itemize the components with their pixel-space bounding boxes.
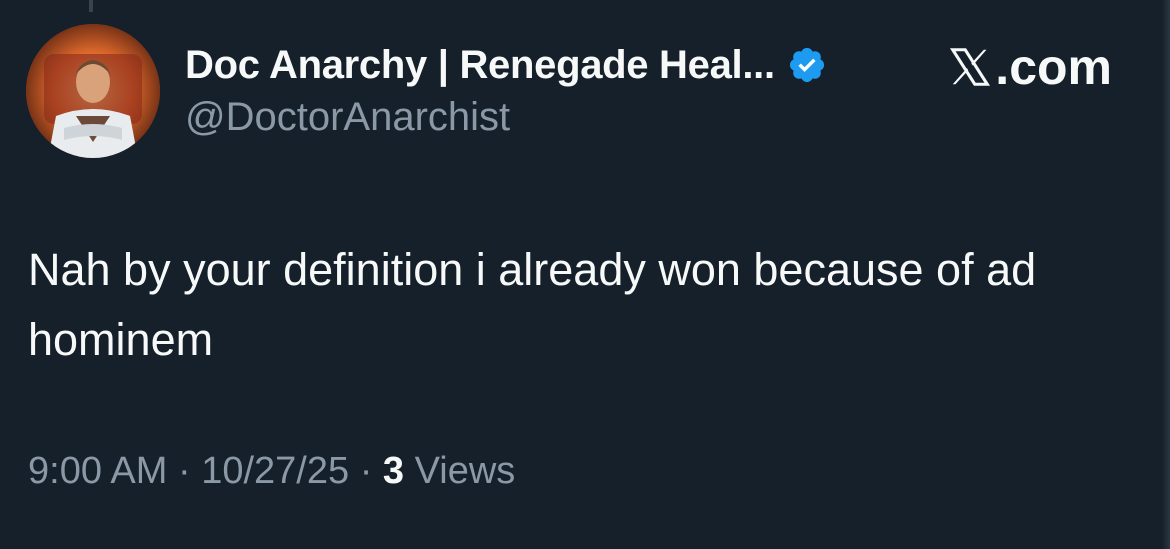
avatar-image — [26, 24, 160, 158]
tweet-metadata: 9:00 AM · 10/27/25 · 3 Views — [28, 450, 515, 493]
author-display-name[interactable]: Doc Anarchy | Renegade Heal... — [185, 43, 775, 88]
brand-watermark: .com — [947, 38, 1112, 96]
tweet-text: Nah by your definition i already won bec… — [28, 244, 1037, 365]
brand-label: .com — [995, 39, 1112, 95]
author-name-row[interactable]: Doc Anarchy | Renegade Heal... — [185, 40, 827, 90]
tweet-time[interactable]: 9:00 AM — [28, 450, 167, 492]
avatar[interactable] — [26, 24, 160, 158]
meta-separator: · — [359, 450, 373, 492]
author-handle[interactable]: @DoctorAnarchist — [185, 95, 510, 140]
views-label: Views — [414, 450, 516, 492]
tweet-card: Doc Anarchy | Renegade Heal... @DoctorAn… — [0, 0, 1170, 549]
x-logo-icon — [950, 48, 991, 86]
meta-separator: · — [177, 450, 191, 492]
tweet-date[interactable]: 10/27/25 — [201, 450, 349, 492]
views-count: 3 — [382, 450, 405, 492]
thread-connector-line — [89, 0, 93, 12]
scrollbar-edge — [1162, 0, 1170, 549]
verified-badge-icon — [787, 45, 827, 85]
